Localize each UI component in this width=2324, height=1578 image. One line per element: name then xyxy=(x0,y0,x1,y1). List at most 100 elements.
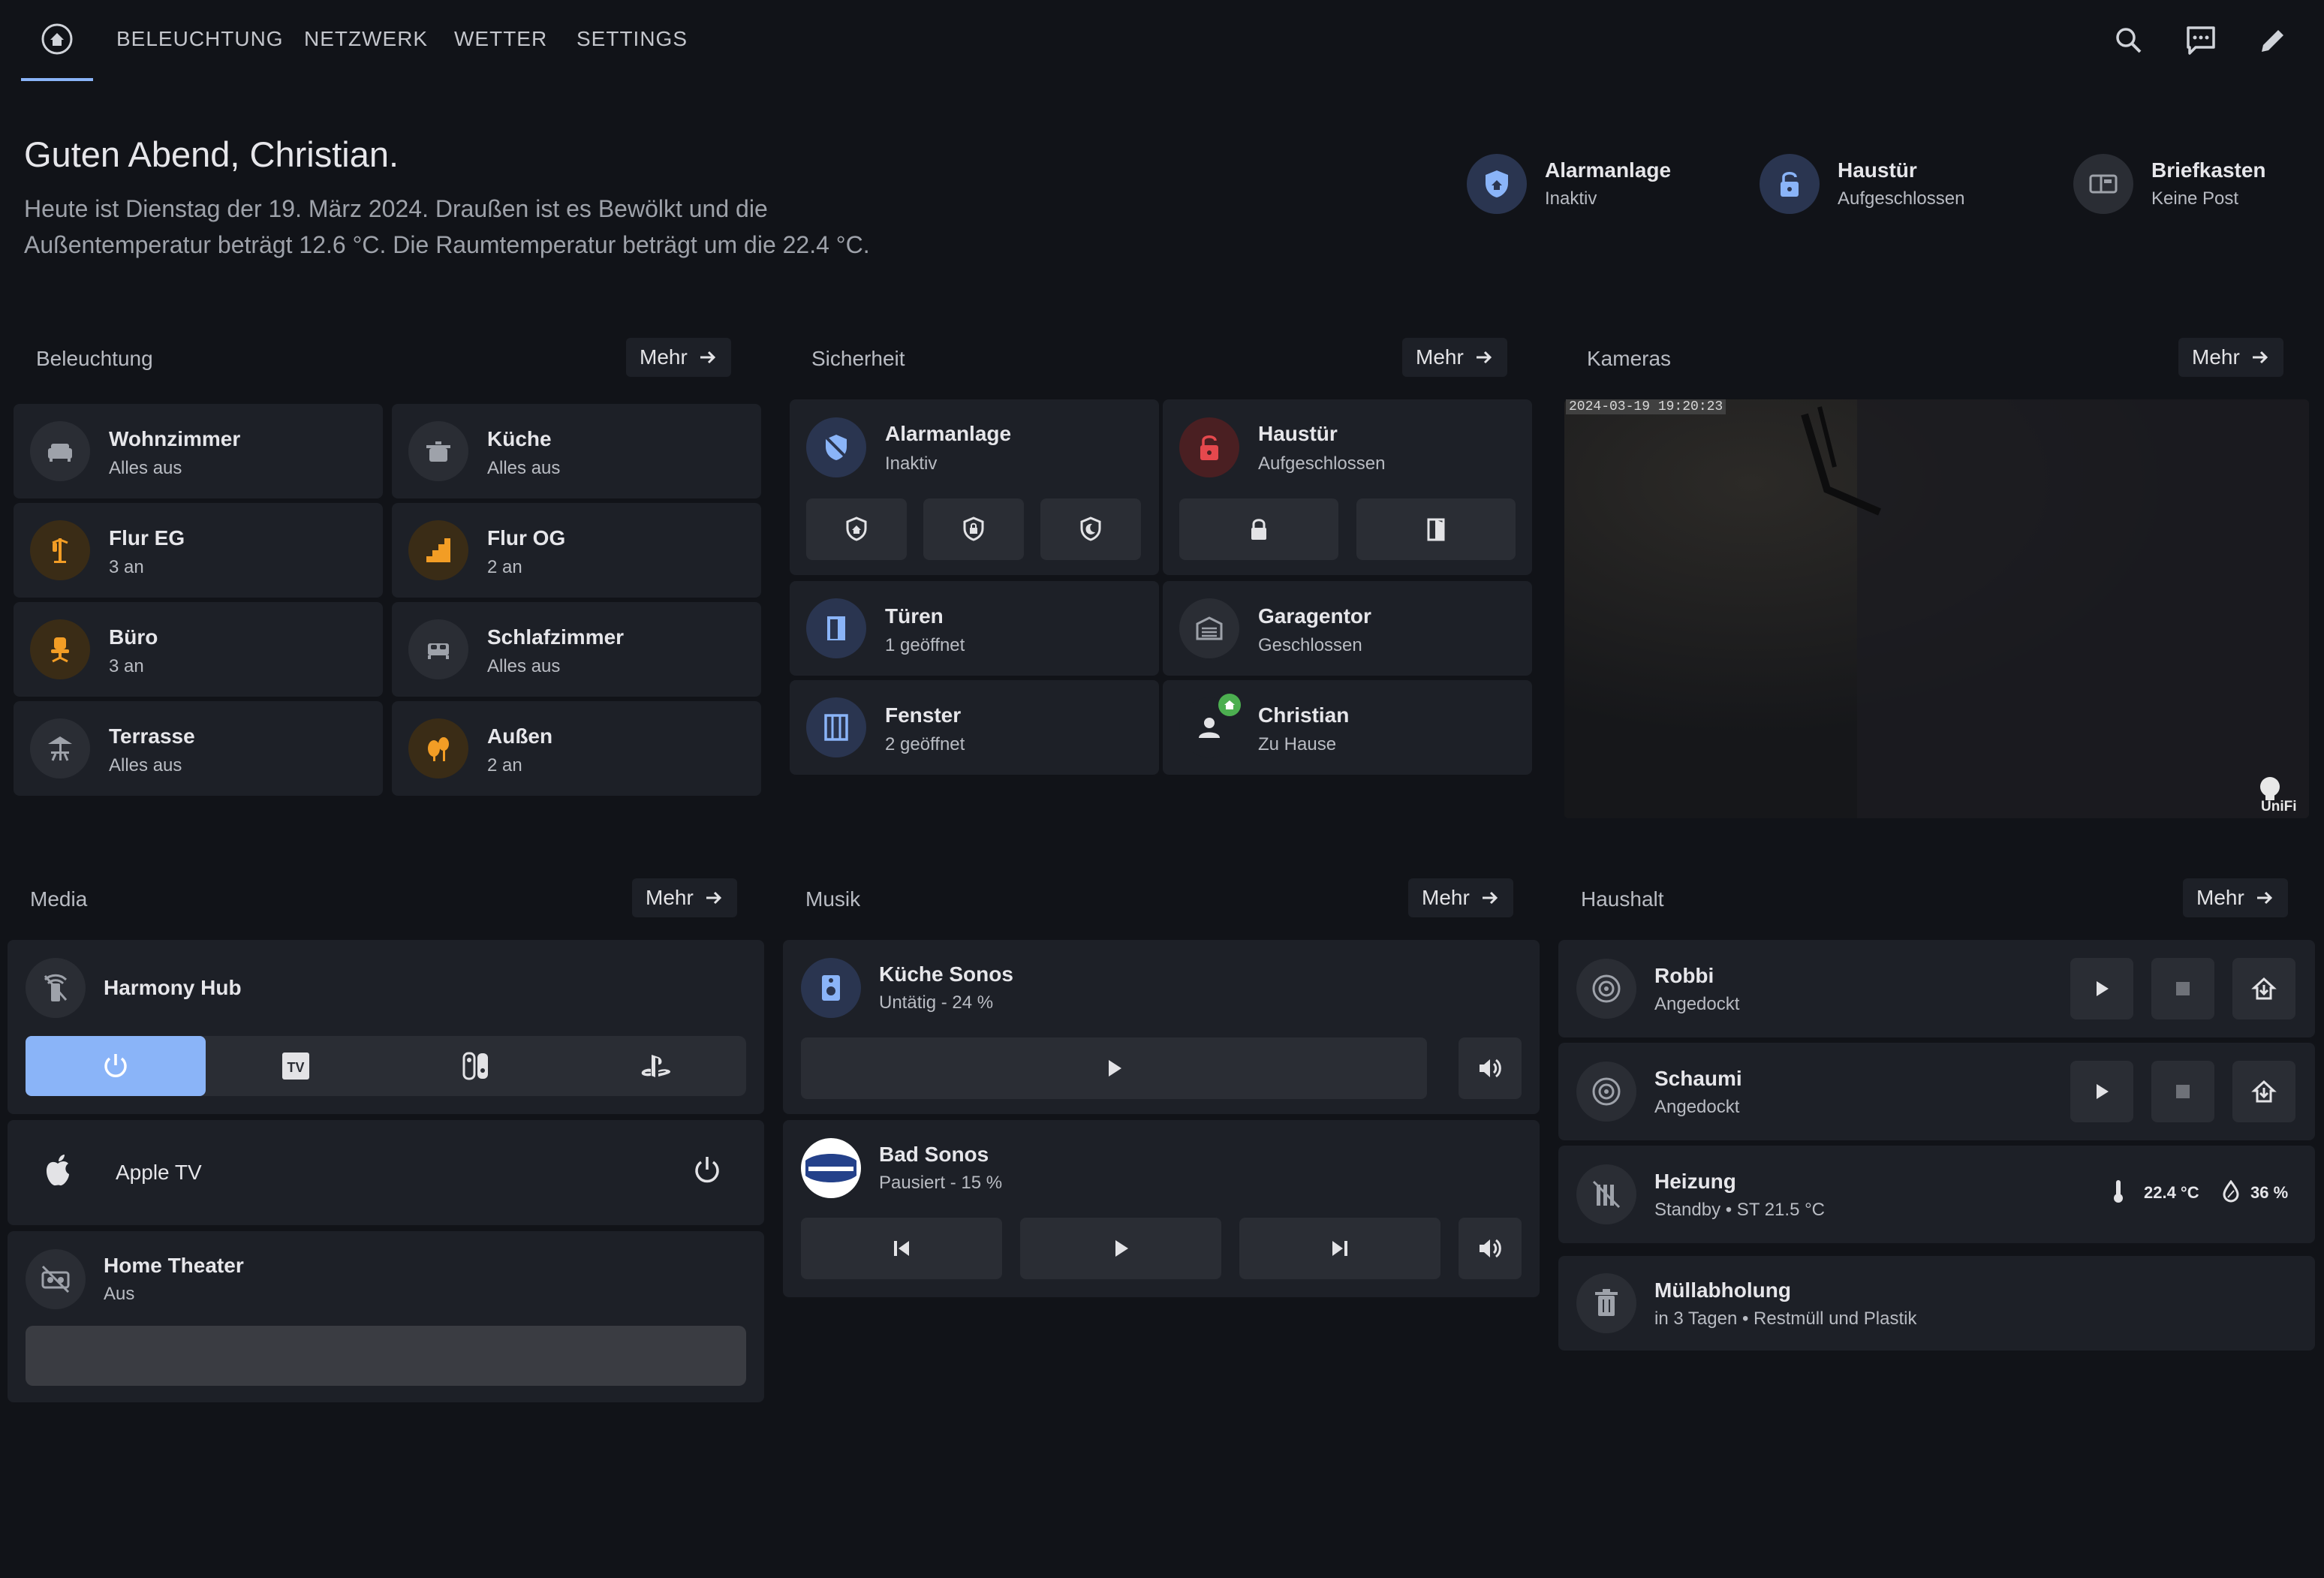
greeting-line-2: Außentemperatur beträgt 12.6 °C. Die Rau… xyxy=(24,231,870,258)
light-tile-küche[interactable]: Küche Alles aus xyxy=(392,404,761,498)
doors-tile[interactable]: Türen 1 geöffnet xyxy=(790,581,1159,676)
light-tile-flur eg[interactable]: Flur EG 3 an xyxy=(14,503,383,598)
volume-button[interactable] xyxy=(1459,1218,1522,1279)
music-more-button[interactable]: Mehr xyxy=(1408,878,1513,917)
badge-alarm[interactable]: Alarmanlage Inaktiv xyxy=(1467,152,1671,216)
schaumi-start-button[interactable] xyxy=(2070,1061,2133,1122)
kitchen-sonos-state: Untätig - 24 % xyxy=(879,992,994,1013)
light-name: Außen xyxy=(487,724,553,748)
doors-name: Türen xyxy=(885,604,944,628)
person-tile[interactable]: Christian Zu Hause xyxy=(1163,680,1532,775)
vacuum-robbi-card[interactable]: Robbi Angedockt xyxy=(1558,940,2315,1037)
robbi-start-button[interactable] xyxy=(2070,958,2133,1019)
arm-home-button[interactable] xyxy=(806,498,907,560)
light-tile-wohnzimmer[interactable]: Wohnzimmer Alles aus xyxy=(14,404,383,498)
play-button[interactable] xyxy=(1020,1218,1221,1279)
remote-off-icon xyxy=(26,958,86,1018)
badge-front-door[interactable]: Haustür Aufgeschlossen xyxy=(1760,152,1964,216)
security-more-button[interactable]: Mehr xyxy=(1402,338,1507,377)
tab-home[interactable] xyxy=(21,0,93,81)
home-theater-card[interactable]: Home Theater Aus xyxy=(8,1231,764,1402)
robbi-return-home-button[interactable] xyxy=(2232,958,2295,1019)
playstation-activity-button[interactable] xyxy=(566,1036,746,1096)
play-button[interactable] xyxy=(801,1037,1427,1099)
light-name: Schlafzimmer xyxy=(487,625,625,649)
badge-alarm-name: Alarmanlage xyxy=(1545,158,1672,182)
switch-activity-button[interactable] xyxy=(386,1036,566,1096)
tab-settings[interactable]: SETTINGS xyxy=(576,27,688,51)
light-state: Alles aus xyxy=(487,656,561,676)
home-theater-control-bar[interactable] xyxy=(26,1326,746,1386)
volume-button[interactable] xyxy=(1459,1037,1522,1099)
light-tile-büro[interactable]: Büro 3 an xyxy=(14,602,383,697)
lock-button[interactable] xyxy=(1179,498,1338,560)
arrow-right-icon xyxy=(1464,348,1494,367)
assist-chat-icon[interactable] xyxy=(2183,23,2219,59)
power-off-activity-button[interactable] xyxy=(26,1036,206,1096)
volume-icon xyxy=(1477,1235,1504,1262)
light-state: 3 an xyxy=(109,656,144,676)
play-icon xyxy=(1110,1238,1131,1259)
household-more-button[interactable]: Mehr xyxy=(2183,878,2288,917)
tab-beleuchtung[interactable]: BELEUCHTUNG xyxy=(116,27,284,51)
speaker-icon xyxy=(801,958,861,1018)
schaumi-return-home-button[interactable] xyxy=(2232,1061,2295,1122)
badge-mailbox[interactable]: Briefkasten Keine Post xyxy=(2073,152,2266,216)
open-door-button[interactable] xyxy=(1356,498,1516,560)
tab-netzwerk[interactable]: NETZWERK xyxy=(304,27,428,51)
stop-icon xyxy=(2174,1083,2192,1101)
light-tile-flur og[interactable]: Flur OG 2 an xyxy=(392,503,761,598)
playstation-icon xyxy=(640,1053,672,1080)
arm-night-button[interactable] xyxy=(1040,498,1141,560)
heating-temperature: 22.4 °C xyxy=(2144,1183,2199,1202)
apple-tv-card[interactable]: Apple TV xyxy=(8,1120,764,1225)
tv-activity-button[interactable]: TV xyxy=(206,1036,386,1096)
camera-feed[interactable] xyxy=(1564,399,2309,818)
garage-tile[interactable]: Garagentor Geschlossen xyxy=(1163,581,1532,676)
light-tile-außen[interactable]: Außen 2 an xyxy=(392,701,761,796)
greeting-text: Heute ist Dienstag der 19. März 2024. Dr… xyxy=(24,191,925,263)
harmony-hub-card[interactable]: Harmony Hub TV xyxy=(8,940,764,1114)
vacuum-schaumi-card[interactable]: Schaumi Angedockt xyxy=(1558,1043,2315,1140)
next-track-button[interactable] xyxy=(1239,1218,1440,1279)
robbi-stop-button[interactable] xyxy=(2151,958,2214,1019)
home-theater-state: Aus xyxy=(104,1284,135,1304)
light-tile-schlafzimmer[interactable]: Schlafzimmer Alles aus xyxy=(392,602,761,697)
play-icon xyxy=(1103,1058,1124,1079)
more-label: Mehr xyxy=(1416,345,1464,369)
more-label: Mehr xyxy=(2196,886,2244,909)
section-title-music: Musik xyxy=(805,887,861,911)
schaumi-stop-button[interactable] xyxy=(2151,1061,2214,1122)
bed-icon xyxy=(408,619,468,679)
edit-pencil-icon[interactable] xyxy=(2255,23,2291,59)
tab-wetter[interactable]: WETTER xyxy=(454,27,547,51)
lighting-more-button[interactable]: Mehr xyxy=(626,338,731,377)
kitchen-sonos-card[interactable]: Küche Sonos Untätig - 24 % xyxy=(783,940,1540,1114)
arm-away-button[interactable] xyxy=(923,498,1024,560)
heating-name: Heizung xyxy=(1654,1170,1736,1193)
light-tile-terrasse[interactable]: Terrasse Alles aus xyxy=(14,701,383,796)
search-icon[interactable] xyxy=(2111,23,2147,59)
windows-name: Fenster xyxy=(885,703,962,727)
media-more-button[interactable]: Mehr xyxy=(632,878,737,917)
bath-sonos-card[interactable]: Bad Sonos Pausiert - 15 % xyxy=(783,1120,1540,1297)
alarm-card[interactable]: Alarmanlage Inaktiv xyxy=(790,399,1159,575)
previous-track-button[interactable] xyxy=(801,1218,1002,1279)
light-name: Küche xyxy=(487,427,552,450)
windows-tile[interactable]: Fenster 2 geöffnet xyxy=(790,680,1159,775)
front-door-card[interactable]: Haustür Aufgeschlossen xyxy=(1163,399,1532,575)
tv-icon: TV xyxy=(281,1051,311,1081)
office-chair-icon xyxy=(30,619,90,679)
badge-door-name: Haustür xyxy=(1838,158,1917,182)
garage-state: Geschlossen xyxy=(1258,635,1362,655)
front-door-name: Haustür xyxy=(1258,422,1338,445)
power-icon[interactable] xyxy=(692,1155,722,1185)
stairs-icon xyxy=(408,520,468,580)
heating-card[interactable]: Heizung Standby • ST 21.5 °C 22.4 °C 36 … xyxy=(1558,1146,2315,1243)
badge-alarm-state: Inaktiv xyxy=(1545,188,1597,209)
trash-pickup-card[interactable]: Müllabholung in 3 Tagen • Restmüll und P… xyxy=(1558,1256,2315,1351)
robot-vacuum-icon xyxy=(1576,959,1636,1019)
garage-name: Garagentor xyxy=(1258,604,1371,628)
section-title-lighting: Beleuchtung xyxy=(36,347,153,370)
cameras-more-button[interactable]: Mehr xyxy=(2178,338,2283,377)
